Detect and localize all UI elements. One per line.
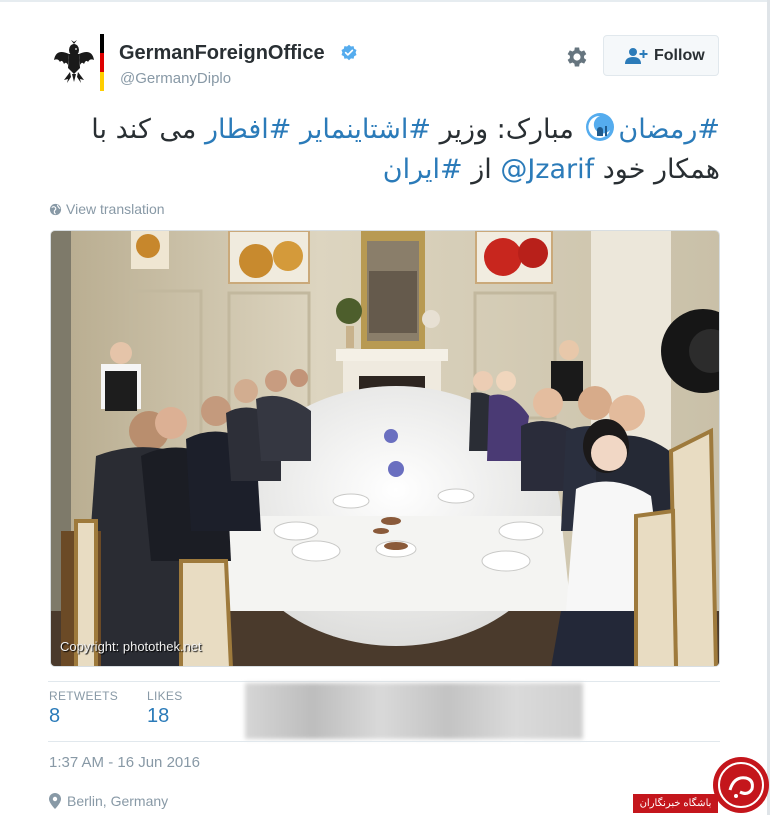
likes-label: LIKES xyxy=(147,689,183,703)
tweet-text-segment: می کند با xyxy=(91,114,205,145)
blurred-liker-avatars xyxy=(245,683,583,739)
follow-button[interactable]: Follow xyxy=(603,35,719,76)
account-avatar[interactable] xyxy=(50,30,108,94)
tweet-text-segment: همکار خود xyxy=(594,154,720,185)
crescent-moon-mosque-emoji-icon xyxy=(586,113,615,141)
account-display-name[interactable]: GermanForeignOffice xyxy=(119,42,325,65)
hashtag-steinmeier-link[interactable]: #اشتاینمایر xyxy=(300,114,431,145)
hashtag-iran-link[interactable]: #ایران xyxy=(383,154,463,185)
tweet-text-line-2: همکار خود @Jzarif از #ایران xyxy=(48,150,720,190)
tweet-text-segment: از xyxy=(462,154,501,185)
window-top-border xyxy=(0,0,770,2)
add-user-icon xyxy=(625,48,648,64)
tweet-text-segment: مبارک: وزیر xyxy=(431,114,583,145)
likes-count[interactable]: 18 xyxy=(147,705,169,728)
follow-button-label: Follow xyxy=(654,47,705,64)
watermark-badge: باشگاه خبرنگاران xyxy=(633,794,718,813)
tweet-location[interactable]: Berlin, Germany xyxy=(49,793,168,809)
verified-badge-icon xyxy=(341,44,357,61)
tweet-text: #رمضان مبارک: وزیر #اشتاینمایر #افطار می… xyxy=(48,110,720,190)
hashtag-iftar-link[interactable]: #افطار xyxy=(205,114,291,145)
mention-jzarif-link[interactable]: @Jzarif xyxy=(500,154,594,185)
globe-icon xyxy=(49,203,62,216)
map-pin-icon xyxy=(49,793,61,809)
tweet-text-line-1: #رمضان مبارک: وزیر #اشتاینمایر #افطار می… xyxy=(48,110,720,150)
location-label: Berlin, Germany xyxy=(67,793,169,809)
watermark-logo xyxy=(713,757,769,813)
photo-copyright: Copyright: photothek.net xyxy=(60,639,202,654)
dinner-photo-illustration xyxy=(51,231,719,666)
stats-divider-bottom xyxy=(48,741,720,742)
account-handle[interactable]: @GermanyDiplo xyxy=(120,70,231,87)
view-translation-label: View translation xyxy=(66,201,165,217)
gear-icon[interactable] xyxy=(563,44,589,70)
tweet-text-segment xyxy=(291,114,300,145)
stats-divider-top xyxy=(48,681,720,682)
tweet-timestamp[interactable]: 1:37 AM - 16 Jun 2016 xyxy=(49,754,200,771)
tweet-photo[interactable]: Copyright: photothek.net xyxy=(50,230,720,667)
hashtag-ramadan-link[interactable]: #رمضان xyxy=(618,114,720,145)
retweets-count[interactable]: 8 xyxy=(49,705,60,728)
view-translation-link[interactable]: View translation xyxy=(49,201,165,217)
retweets-label: RETWEETS xyxy=(49,689,119,703)
